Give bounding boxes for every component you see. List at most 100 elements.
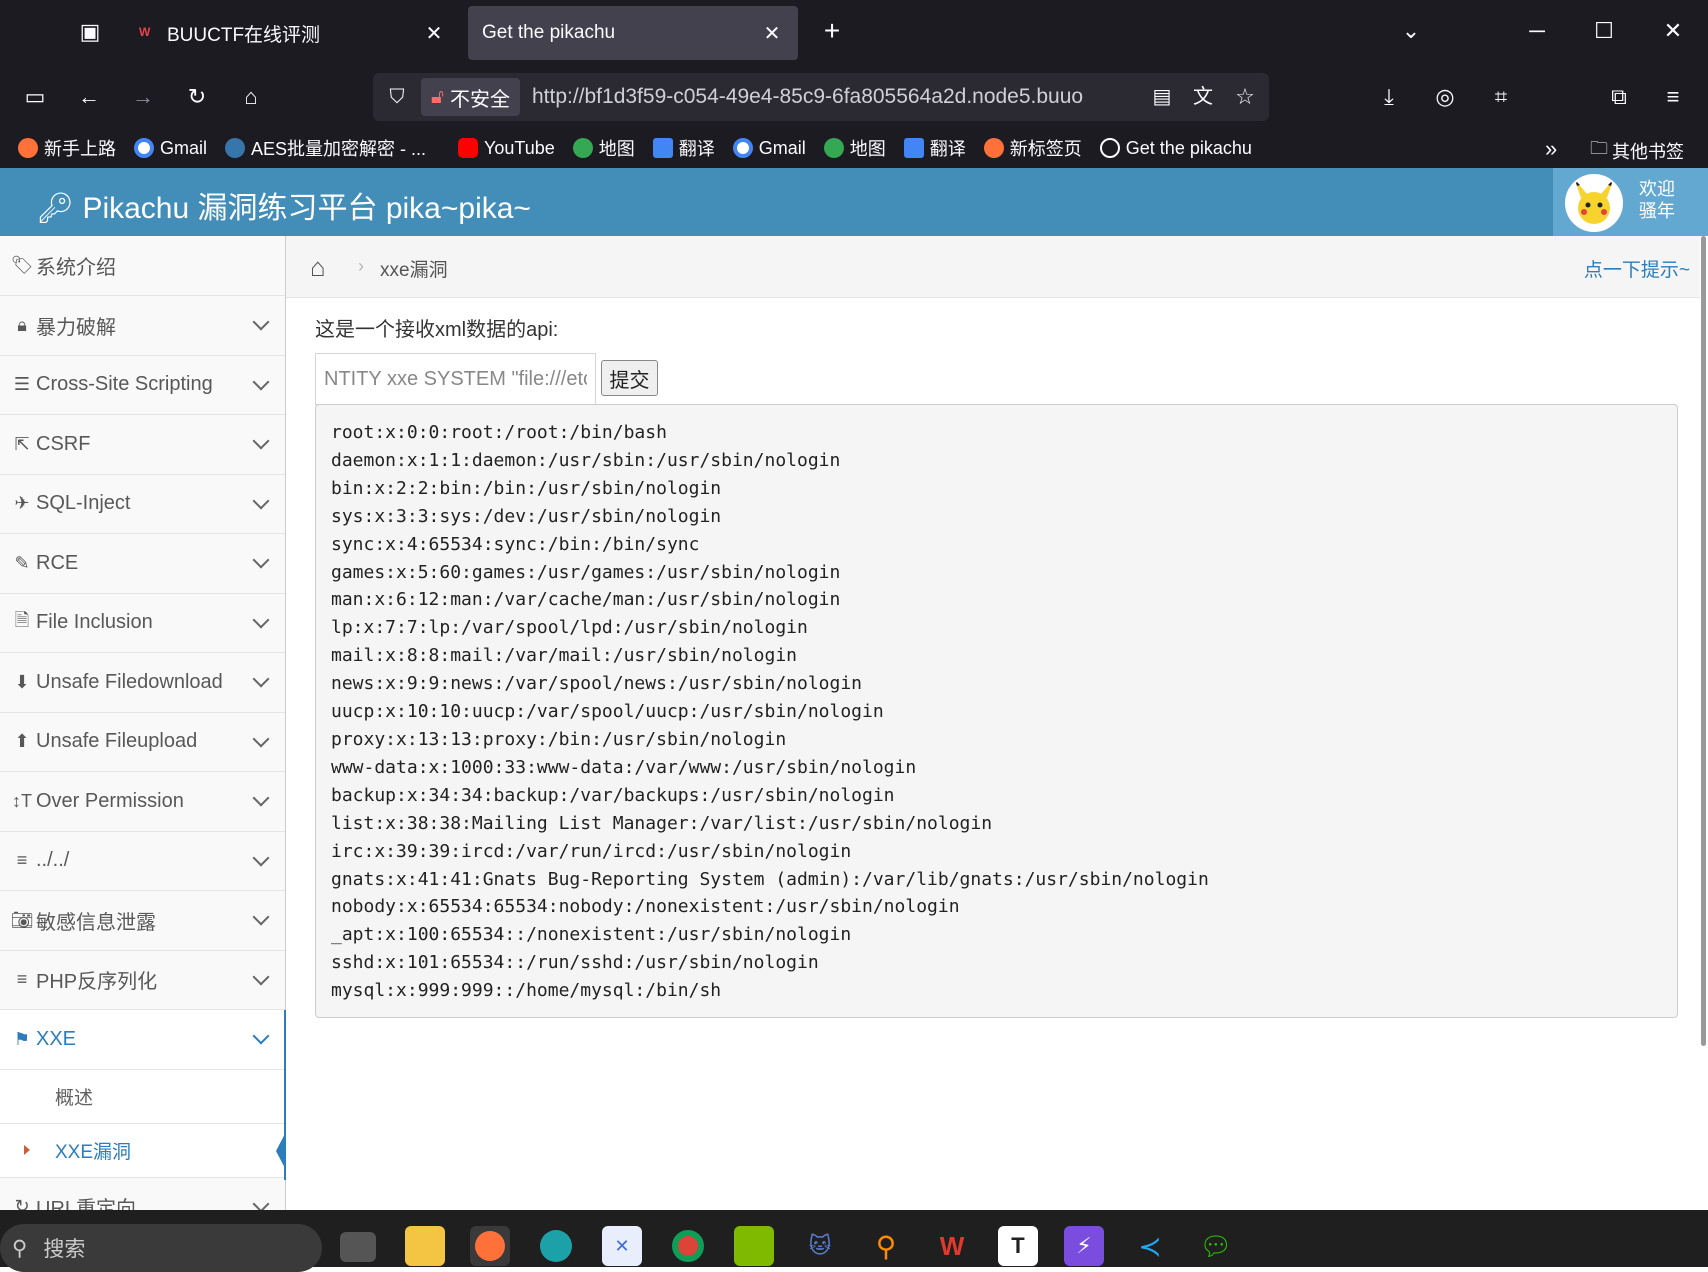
chevron-down-icon xyxy=(252,551,270,569)
chrome-icon[interactable] xyxy=(668,1226,708,1266)
sidebar-subitem-xxe-overview[interactable]: 概述 xyxy=(0,1069,285,1124)
app-icon[interactable]: ✕ xyxy=(602,1226,642,1266)
hint-link[interactable]: 点一下提示~ xyxy=(1584,255,1690,282)
os-taskbar: ⚲ 搜索 ✕ 🐱︎ ⚲ W T ⚡︎ ≺ 💬︎ xyxy=(0,1210,1708,1272)
insecure-lock-icon: 🔓︎ xyxy=(431,85,444,108)
notepad-icon[interactable] xyxy=(734,1226,774,1266)
reader-view-icon[interactable]: ▤ xyxy=(1148,82,1176,112)
tab-overview-icon[interactable]: ▣ xyxy=(75,17,105,47)
wps-icon[interactable]: W xyxy=(932,1226,972,1266)
account-icon[interactable]: ◎ xyxy=(1430,82,1460,112)
tab-buuctf[interactable]: W BUUCTF在线评测 ✕ xyxy=(125,6,460,60)
sidebar-item-brute-force[interactable]: 🔒︎ 暴力破解 xyxy=(0,296,285,356)
home-icon[interactable]: ⌂ xyxy=(310,252,326,283)
submit-button[interactable]: 提交 xyxy=(601,360,658,396)
globe-icon xyxy=(1099,138,1120,158)
sidebar-item-dir-traversal[interactable]: ≡ ../../ xyxy=(0,831,285,891)
sidebar-item-rce[interactable]: ✎ RCE xyxy=(0,534,285,594)
xml-input[interactable] xyxy=(315,353,596,405)
bookmark-item[interactable]: Gmail xyxy=(732,138,806,159)
bookmark-item[interactable]: 地图 xyxy=(823,135,886,161)
bookmark-item[interactable]: YouTube xyxy=(458,138,555,159)
chevron-down-icon xyxy=(252,730,270,747)
list-all-tabs-icon[interactable]: ⌄ xyxy=(1396,16,1426,46)
minimize-icon[interactable]: ─ xyxy=(1522,16,1552,46)
screenshot-icon[interactable]: ⌗ xyxy=(1486,82,1516,112)
forward-icon[interactable]: → xyxy=(128,82,158,112)
menu-icon[interactable]: ≡ xyxy=(1658,82,1688,112)
user-menu[interactable]: 欢迎 骚年 xyxy=(1553,168,1708,236)
tab-pikachu[interactable]: Get the pikachu ✕ xyxy=(468,6,798,60)
bookmark-item[interactable]: 翻译 xyxy=(652,135,715,161)
sidebar-item-url-redirect[interactable]: ↻ URL重定向 xyxy=(0,1177,285,1210)
scrollbar-thumb[interactable] xyxy=(1701,236,1706,1046)
tracking-protection-icon[interactable]: ⛉ xyxy=(383,82,411,112)
search-app-icon[interactable]: ⚲ xyxy=(866,1226,906,1266)
security-indicator[interactable]: 🔓︎ 不安全 xyxy=(421,78,520,116)
back-icon[interactable]: ← xyxy=(74,82,104,112)
sidebar-item-xss[interactable]: ☰ Cross-Site Scripting xyxy=(0,355,285,415)
bookmark-item[interactable]: 新标签页 xyxy=(983,135,1082,161)
bookmark-star-icon[interactable]: ☆ xyxy=(1230,82,1260,112)
translate-icon[interactable]: 文 xyxy=(1188,82,1218,112)
bookmark-item[interactable]: Get the pikachu xyxy=(1099,138,1252,159)
list-icon: ☰ xyxy=(13,374,31,395)
buuctf-favicon-icon: W xyxy=(139,25,151,39)
new-tab-icon[interactable]: + xyxy=(817,16,847,46)
bookmark-item[interactable]: 新手上路 xyxy=(18,135,116,161)
close-window-icon[interactable]: ✕ xyxy=(1658,16,1688,46)
bookmark-item[interactable]: AES批量加密解密 - ... xyxy=(225,135,426,161)
more-bookmarks-chevron-icon[interactable]: » xyxy=(1545,134,1557,164)
vscode-icon[interactable]: ≺ xyxy=(1130,1226,1170,1266)
breadcrumb: ⌂ › xxe漏洞 点一下提示~ xyxy=(286,236,1708,298)
wechat-icon[interactable]: 💬︎ xyxy=(1196,1226,1236,1266)
home-icon[interactable]: ⌂ xyxy=(236,82,266,112)
output-line: sys:x:3:3:sys:/dev:/usr/sbin/nologin xyxy=(331,505,722,527)
sidebar-item-over-permission[interactable]: ↕T Over Permission xyxy=(0,772,285,832)
sidebar-toggle-icon[interactable]: ▭ xyxy=(20,82,50,112)
sidebar-item-xxe[interactable]: ⚑ XXE xyxy=(0,1010,285,1070)
downloads-icon[interactable]: ⤓ xyxy=(1374,82,1404,112)
sidebar-item-csrf[interactable]: ⇱ CSRF xyxy=(0,415,285,475)
bookmark-item[interactable]: 翻译 xyxy=(903,135,966,161)
sidebar-item-sqli[interactable]: ✈︎ SQL-Inject xyxy=(0,474,285,534)
sidebar-item-intro[interactable]: 🏷︎ 系统介绍 xyxy=(0,236,285,296)
tab-title: Get the pikachu xyxy=(482,22,616,43)
reload-icon[interactable]: ↻ xyxy=(182,82,212,112)
task-view-icon[interactable] xyxy=(340,1232,376,1262)
maximize-icon[interactable]: ☐ xyxy=(1589,16,1619,46)
sidebar-item-info-leak[interactable]: 📷︎ 敏感信息泄露 xyxy=(0,891,285,951)
refresh-icon: ↻ xyxy=(14,1196,30,1210)
sidebar-item-unsafe-fileupload[interactable]: ⬆ Unsafe Fileupload xyxy=(0,712,285,772)
firefox-icon xyxy=(18,138,38,158)
tab-title: BUUCTF在线评测 xyxy=(167,24,321,46)
file-explorer-icon[interactable] xyxy=(405,1226,445,1266)
edge-icon[interactable] xyxy=(536,1226,576,1266)
lightning-app-icon[interactable]: ⚡︎ xyxy=(1064,1226,1104,1266)
url-bar[interactable]: ⛉ 🔓︎ 不安全 http://bf1d3f59-c054-49e4-85c9-… xyxy=(373,73,1269,121)
bookmark-item[interactable]: Gmail xyxy=(134,138,207,159)
taskbar-search[interactable]: ⚲ 搜索 xyxy=(0,1224,322,1272)
typora-icon[interactable]: T xyxy=(998,1226,1038,1266)
sidebar-item-php-unserialize[interactable]: ≡ PHP反序列化 xyxy=(0,950,285,1010)
sidebar-item-unsafe-filedownload[interactable]: ⬇ Unsafe Filedownload xyxy=(0,653,285,713)
sidebar-item-file-inclusion[interactable]: 🗎 File Inclusion xyxy=(0,593,285,653)
page-scrollbar[interactable] xyxy=(1700,236,1708,1206)
lock-icon: 🔒︎ xyxy=(17,314,27,335)
url-text[interactable]: http://bf1d3f59-c054-49e4-85c9-6fa805564… xyxy=(532,85,1130,109)
output-line: backup:x:34:34:backup:/var/backups:/usr/… xyxy=(331,784,895,806)
firefox-taskbar-icon[interactable] xyxy=(470,1226,510,1266)
tab-close-icon[interactable]: ✕ xyxy=(422,21,446,46)
chevron-down-icon xyxy=(252,611,270,628)
other-bookmarks[interactable]: 🗀︎ 其他书签 xyxy=(1590,136,1684,166)
cat-app-icon[interactable]: 🐱︎ xyxy=(800,1226,840,1266)
sidebar-subitem-xxe-vuln[interactable]: XXE漏洞 xyxy=(0,1123,285,1178)
google-icon xyxy=(134,138,154,158)
xml-response-output: root:x:0:0:root:/root:/bin/bash daemon:x:… xyxy=(315,404,1678,1018)
bookmark-item[interactable]: 地图 xyxy=(572,135,635,161)
tab-close-icon[interactable]: ✕ xyxy=(760,21,784,46)
translate-app-icon xyxy=(903,138,924,158)
extensions-icon[interactable]: ⧉ xyxy=(1604,82,1634,112)
output-line: proxy:x:13:13:proxy:/bin:/usr/sbin/nolog… xyxy=(331,728,787,750)
brand[interactable]: 🔑︎ Pikachu 漏洞练习平台 pika~pika~ xyxy=(36,183,531,227)
